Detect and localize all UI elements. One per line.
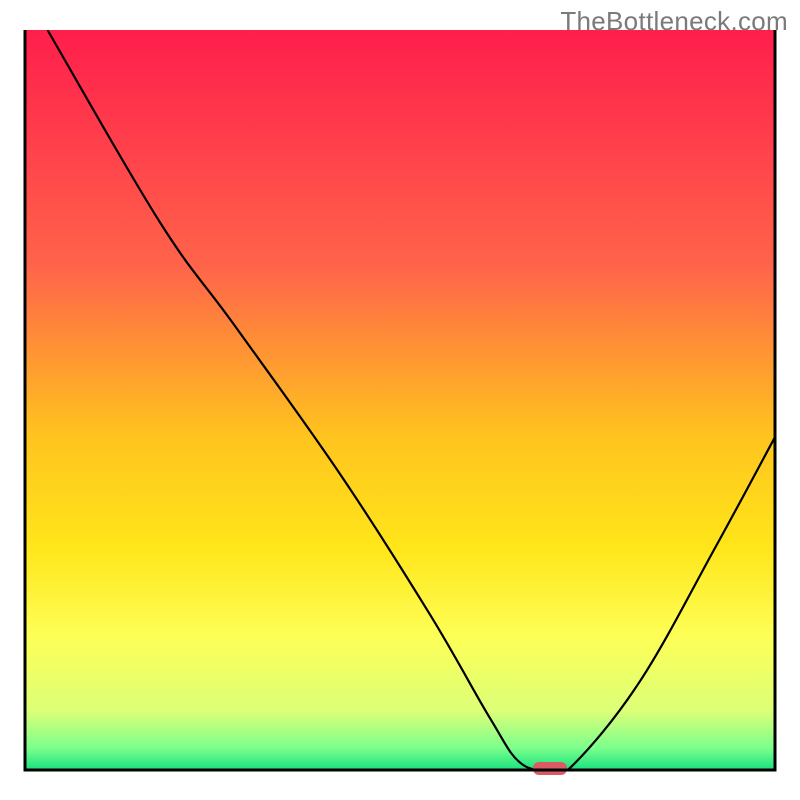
chart-stage: TheBottleneck.com <box>0 0 800 800</box>
watermark-text: TheBottleneck.com <box>560 6 788 37</box>
bottleneck-chart <box>0 0 800 800</box>
plot-background <box>25 30 775 770</box>
